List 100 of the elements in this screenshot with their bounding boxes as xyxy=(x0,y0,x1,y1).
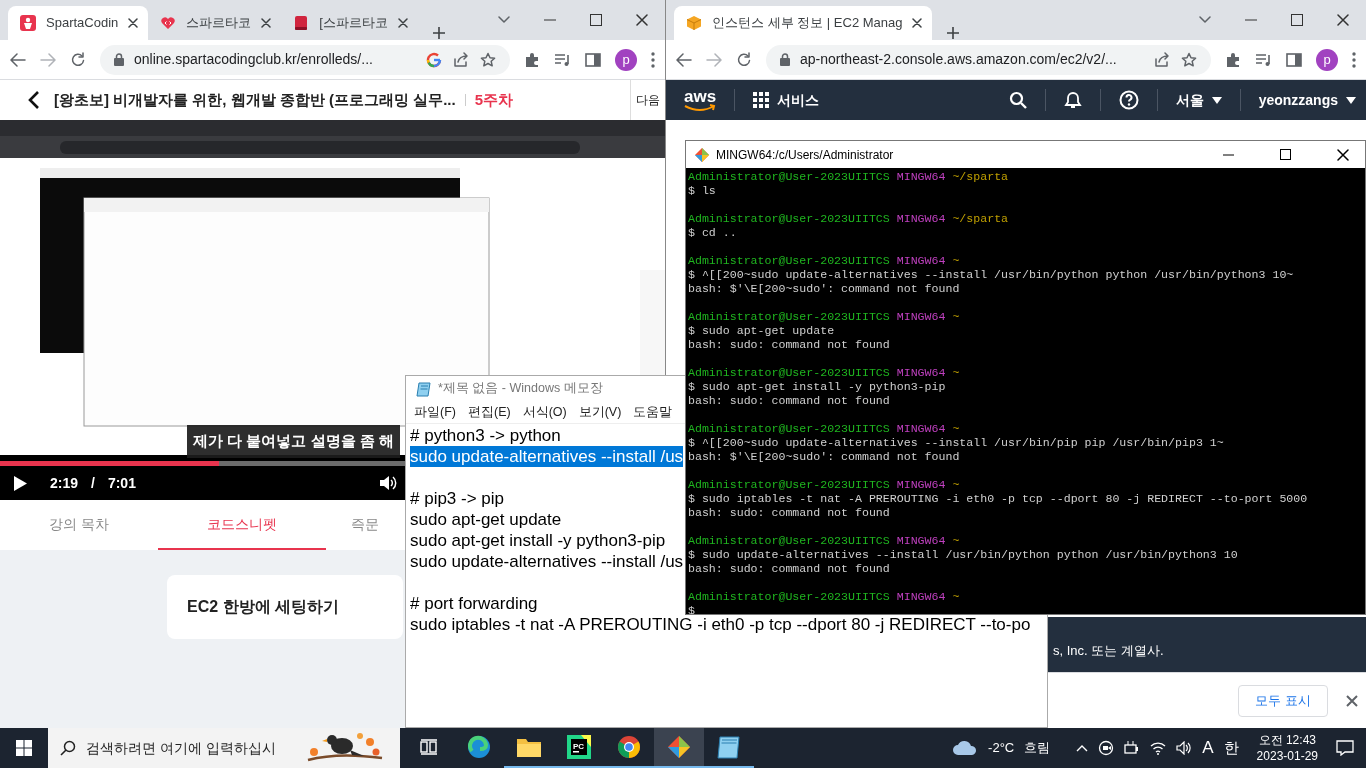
chevron-down-icon[interactable] xyxy=(498,16,510,24)
extensions-icon[interactable] xyxy=(524,51,540,68)
search-icon[interactable] xyxy=(1008,91,1027,109)
command-line: $ sudo apt-get install -y python3-pip xyxy=(688,380,947,394)
back-icon[interactable] xyxy=(10,52,26,67)
menu-item[interactable]: 편집(E) xyxy=(467,402,511,422)
battery-icon[interactable] xyxy=(1124,741,1141,755)
text-line: sudo apt-get update xyxy=(410,510,562,529)
forward-icon xyxy=(706,52,722,67)
search-field[interactable]: 검색하려면 여기에 입력하십시 xyxy=(86,737,296,759)
wifi-icon[interactable] xyxy=(1150,741,1167,755)
menu-icon[interactable] xyxy=(651,51,655,68)
close-icon[interactable] xyxy=(261,18,272,28)
close-icon[interactable] xyxy=(1337,14,1349,26)
windows-logo-icon xyxy=(16,740,32,756)
side-panel-icon[interactable] xyxy=(585,52,601,67)
speaker-icon[interactable] xyxy=(1176,741,1193,755)
menu-item[interactable]: 파일(F) xyxy=(414,402,456,422)
command-line: $ ^[[200~sudo update-alternatives --install /usr/bin/python python /usr/bin/python3 10~ xyxy=(688,268,1295,282)
folder-icon xyxy=(517,737,541,757)
command-line: $ cd .. xyxy=(688,226,738,240)
browser-tab[interactable]: SpartaCodin xyxy=(8,6,149,40)
time-separator: / xyxy=(91,473,95,493)
lesson-tab[interactable]: 즉문 xyxy=(326,500,404,550)
services-menu[interactable]: 서비스 xyxy=(753,89,820,111)
search-icon xyxy=(60,740,76,756)
back-chevron-icon[interactable] xyxy=(28,90,40,110)
menu-item[interactable]: 도움말 xyxy=(633,402,673,422)
text-line: sudo iptables -t nat -A PREROUTING -i eth0 -p tcp --dport 80 -j REDIRECT --to-po xyxy=(410,615,1031,634)
diamond-icon xyxy=(694,146,710,163)
input-language-indicator[interactable]: 한 xyxy=(1223,736,1239,760)
help-icon[interactable] xyxy=(1118,90,1139,110)
side-panel-icon[interactable] xyxy=(1286,52,1302,67)
account-menu[interactable]: yeonzzangs xyxy=(1258,89,1356,111)
caret-down-icon xyxy=(1346,96,1356,104)
address-bar[interactable]: online.spartacodingclub.kr/enrolleds/... xyxy=(100,44,510,75)
play-icon[interactable] xyxy=(14,475,27,491)
star-icon[interactable] xyxy=(480,51,496,68)
share-icon[interactable] xyxy=(1153,51,1171,68)
snippet-card[interactable]: EC2 한방에 세팅하기 xyxy=(167,575,403,639)
lock-icon[interactable] xyxy=(780,53,790,66)
menu-item[interactable]: 서식(O) xyxy=(522,402,567,422)
taskbar-button[interactable]: PC xyxy=(554,728,604,768)
diamond-icon xyxy=(667,735,691,759)
new-tab-icon[interactable] xyxy=(431,26,446,40)
extensions-icon[interactable] xyxy=(1225,51,1241,68)
browser-tab[interactable]: 인스턴스 세부 정보 | EC2 Manag xyxy=(674,6,933,40)
prompt-line: Administrator@User-2023UIITCS MINGW64 ~ xyxy=(688,534,961,548)
maximize-icon[interactable] xyxy=(1291,14,1303,26)
next-lesson-button[interactable]: 다음 xyxy=(636,91,660,109)
region-menu[interactable]: 서울 xyxy=(1175,89,1222,111)
close-icon[interactable] xyxy=(1346,694,1358,707)
forward-icon xyxy=(40,52,56,67)
input-mode-indicator[interactable]: A xyxy=(1202,735,1214,761)
maximize-icon[interactable] xyxy=(590,14,602,26)
close-icon[interactable] xyxy=(912,18,923,28)
notification-icon[interactable] xyxy=(1336,740,1354,756)
close-icon[interactable] xyxy=(1337,148,1349,161)
profile-button[interactable]: p xyxy=(1316,48,1338,71)
camera-icon[interactable] xyxy=(1098,740,1115,756)
close-icon[interactable] xyxy=(128,18,139,28)
close-icon[interactable] xyxy=(397,18,408,28)
media-icon[interactable] xyxy=(554,52,571,67)
show-all-button[interactable]: 모두 표시 xyxy=(1238,684,1328,717)
chevron-down-icon[interactable] xyxy=(1199,16,1211,24)
media-icon[interactable] xyxy=(1255,52,1272,67)
profile-button[interactable]: p xyxy=(615,48,637,71)
share-icon[interactable] xyxy=(452,51,470,68)
reload-icon[interactable] xyxy=(70,51,86,68)
clock[interactable]: 오전 12:43 2023-01-29 xyxy=(1256,732,1318,764)
menu-item[interactable]: 보기(V) xyxy=(578,402,622,422)
back-icon[interactable] xyxy=(676,52,692,67)
browser-tab[interactable]: 스파르타코 xyxy=(148,6,282,40)
address-bar[interactable]: ap-northeast-2.console.aws.amazon.com/ec2/v2/... xyxy=(766,44,1211,75)
maximize-icon[interactable] xyxy=(1280,149,1291,160)
star-icon[interactable] xyxy=(1181,51,1197,68)
lock-icon[interactable] xyxy=(114,53,124,66)
bell-icon[interactable] xyxy=(1063,91,1082,109)
taskbar-button[interactable] xyxy=(654,728,704,768)
cloud-icon xyxy=(952,740,979,756)
volume-icon[interactable] xyxy=(379,475,397,491)
google-icon[interactable] xyxy=(426,51,442,68)
chrome-icon xyxy=(617,735,641,759)
close-icon[interactable] xyxy=(636,14,648,26)
menu-icon[interactable] xyxy=(1352,51,1356,68)
video-caption: 제가 다 붙여넣고 설명을 좀 해 xyxy=(187,425,400,458)
task-view-icon xyxy=(420,739,438,755)
text-line: # python3 -> python xyxy=(410,426,561,445)
lesson-tab[interactable]: 강의 목차 xyxy=(0,500,158,550)
output-line: bash: $'\E[200~sudo': command not found xyxy=(688,282,961,296)
chevron-up-icon[interactable] xyxy=(1076,744,1089,752)
minimize-icon[interactable] xyxy=(1223,153,1234,156)
search-box[interactable]: 검색하려면 여기에 입력하십시 xyxy=(48,728,400,768)
browser-tab[interactable]: [스파르타코 xyxy=(281,6,418,40)
aws-logo[interactable]: aws xyxy=(684,88,717,112)
new-tab-icon[interactable] xyxy=(946,26,961,40)
prompt-line: Administrator@User-2023UIITCS MINGW64 ~ xyxy=(688,478,961,492)
prompt-line: Administrator@User-2023UIITCS MINGW64 ~ xyxy=(688,310,961,324)
figure-logo-icon xyxy=(20,15,36,31)
reload-icon[interactable] xyxy=(736,51,752,68)
